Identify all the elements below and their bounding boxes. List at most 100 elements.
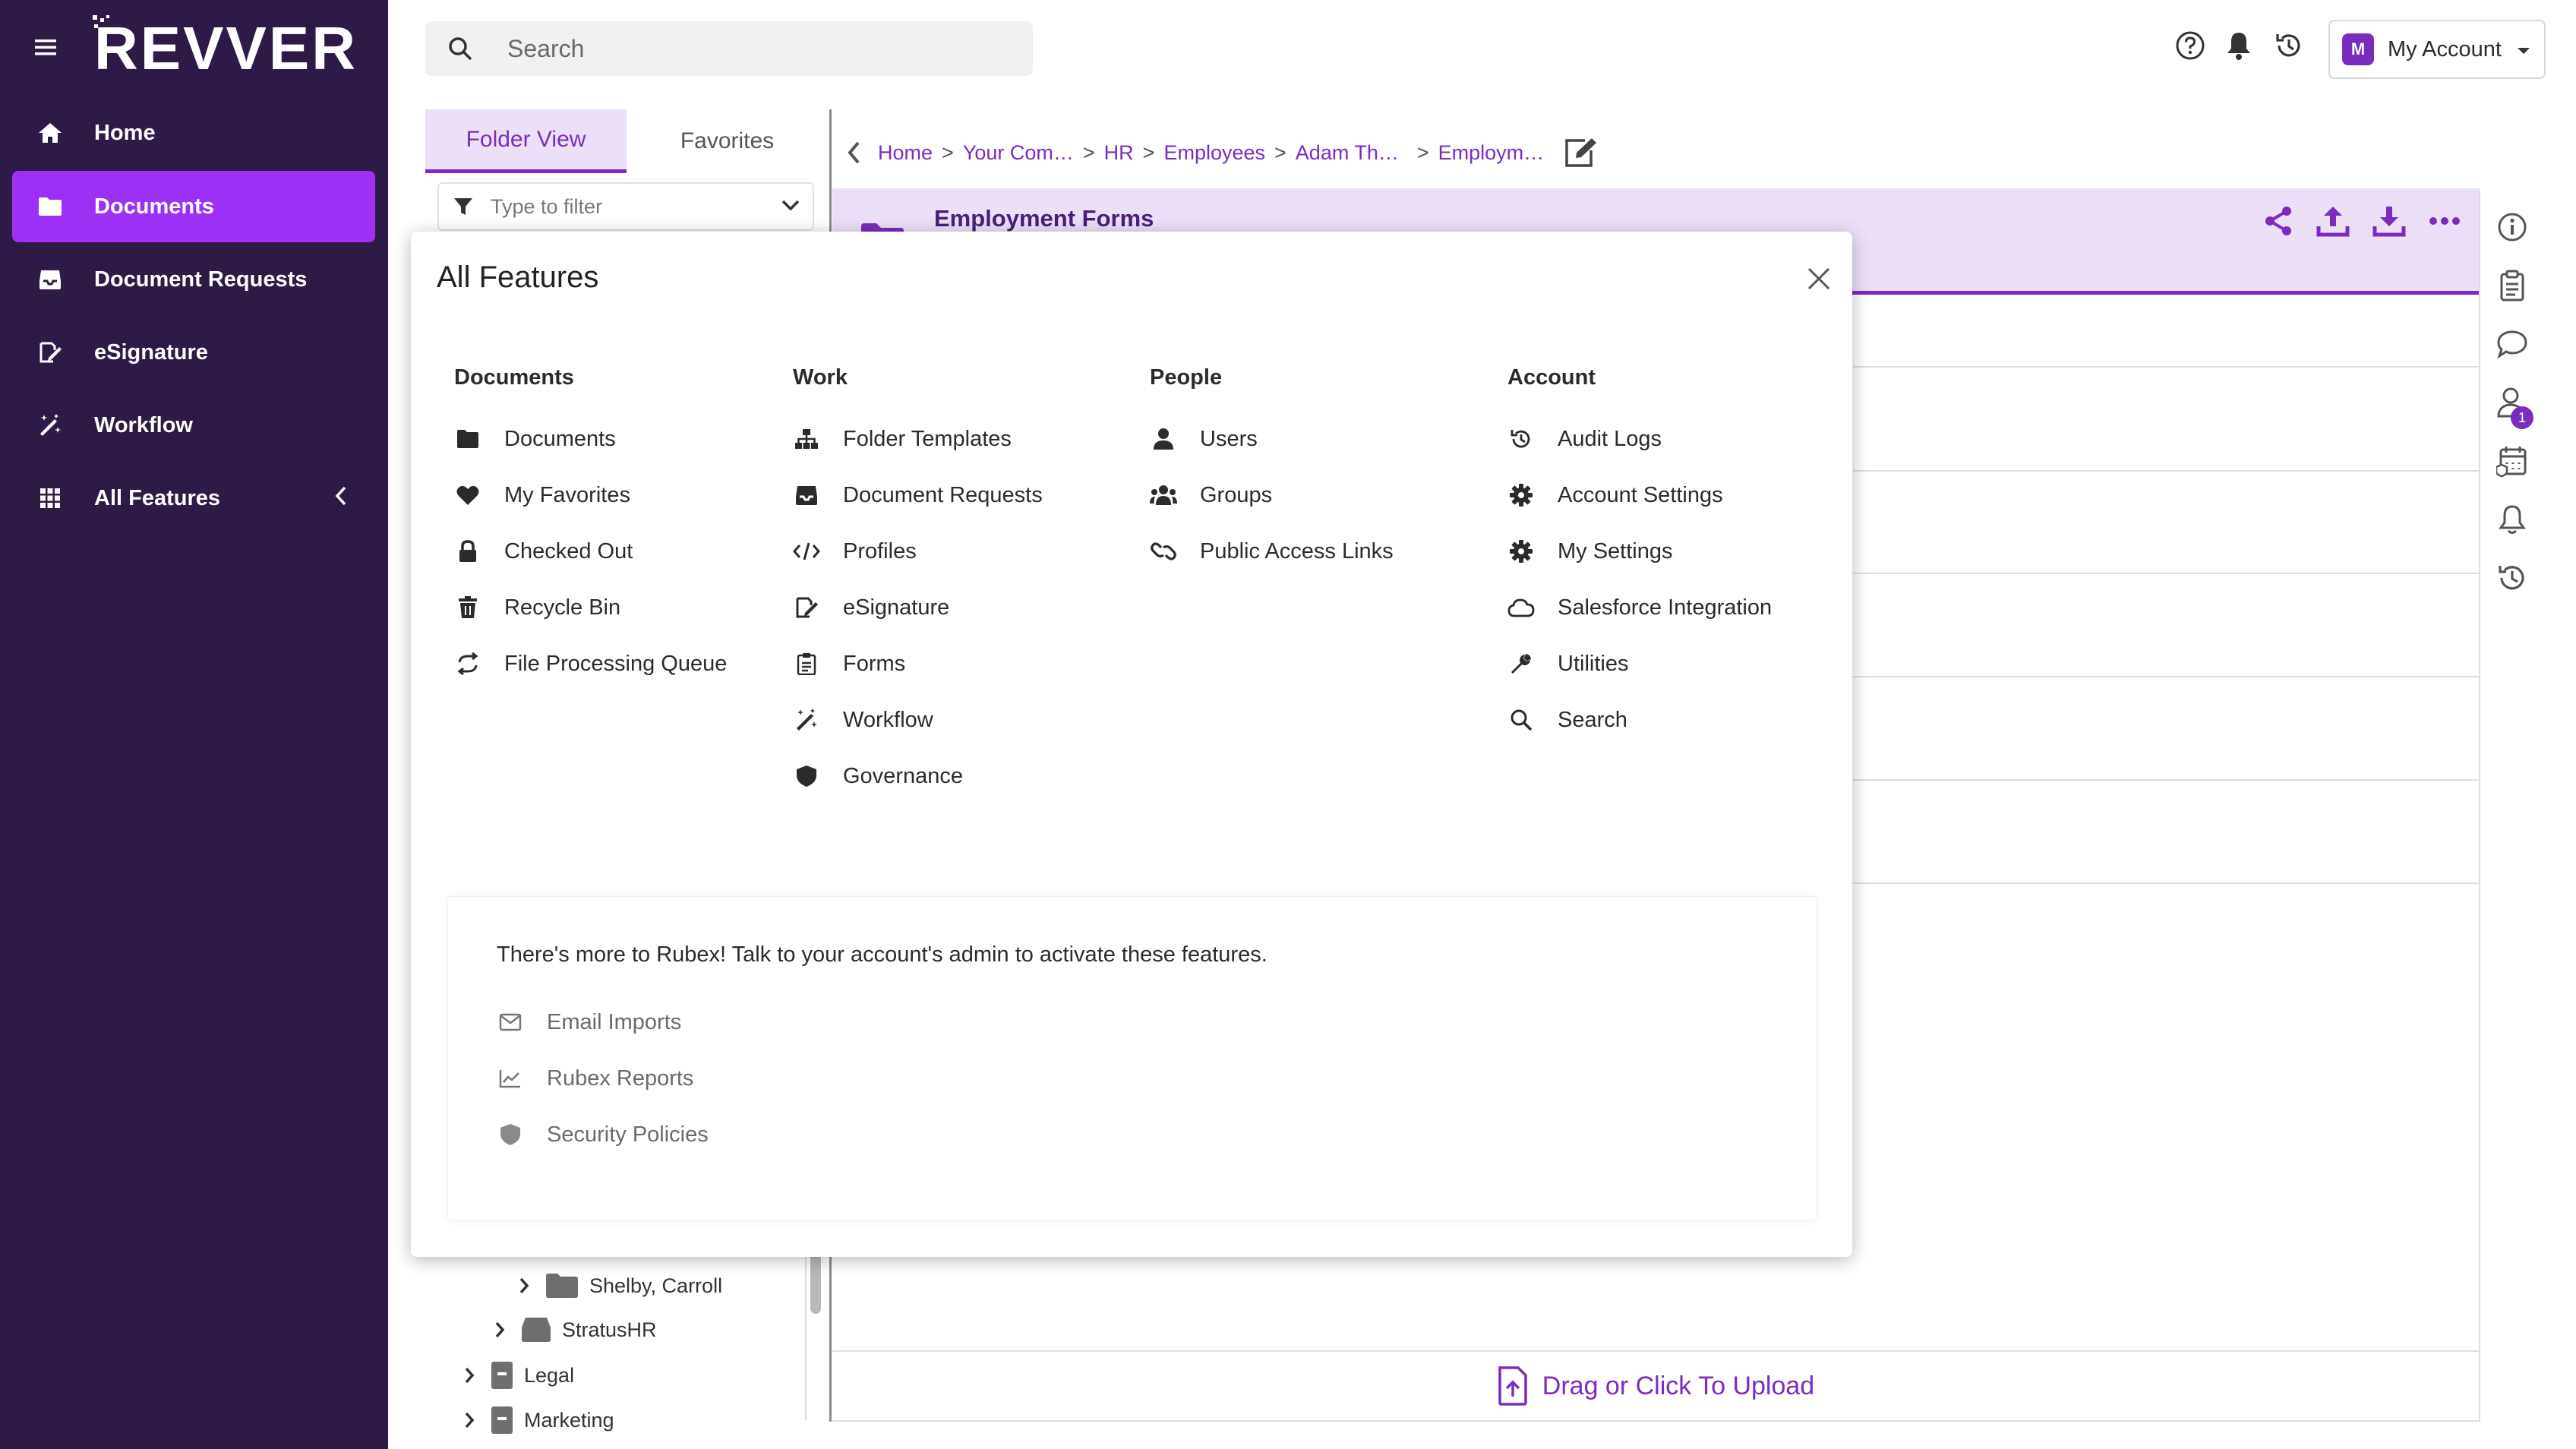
- feature-recycle-bin[interactable]: Recycle Bin: [454, 579, 727, 636]
- breadcrumb-separator: >: [1142, 140, 1155, 164]
- help-icon[interactable]: [2175, 30, 2205, 61]
- tree-scrollbar[interactable]: [810, 1253, 821, 1314]
- history-icon[interactable]: [2274, 30, 2304, 61]
- feature-governance[interactable]: Governance: [793, 748, 1043, 804]
- sidebar-item-documents[interactable]: Documents: [12, 171, 375, 242]
- search-input[interactable]: Search: [507, 35, 584, 63]
- chevron-right-icon[interactable]: [494, 1321, 516, 1339]
- feature-audit-logs[interactable]: Audit Logs: [1507, 411, 1772, 467]
- feature-profiles[interactable]: Profiles: [793, 523, 1043, 579]
- feature-public-access-links[interactable]: Public Access Links: [1150, 523, 1394, 579]
- bell-icon[interactable]: [2225, 30, 2252, 61]
- inbox-icon: [35, 264, 65, 295]
- feature-document-requests[interactable]: Document Requests: [793, 467, 1043, 523]
- chevron-right-icon[interactable]: [518, 1277, 541, 1295]
- envelope-icon: [497, 1013, 524, 1031]
- column-account: Account Audit Logs Account Settings My S…: [1507, 365, 1772, 748]
- sidebar: REVVER Home Documents Document Requests …: [0, 0, 388, 1449]
- history-icon[interactable]: [2491, 548, 2533, 607]
- feature-label: File Processing Queue: [504, 651, 728, 676]
- feature-utilities[interactable]: Utilities: [1507, 636, 1772, 692]
- feature-users[interactable]: Users: [1150, 411, 1394, 467]
- edit-icon[interactable]: [1564, 137, 1599, 169]
- feature-forms[interactable]: Forms: [793, 636, 1043, 692]
- sidebar-item-label: eSignature: [94, 339, 208, 365]
- history-icon: [1507, 428, 1535, 450]
- clipboard-icon[interactable]: [2491, 256, 2533, 314]
- sidebar-item-label: Home: [94, 120, 156, 145]
- tree-item[interactable]: StratusHR: [494, 1317, 657, 1343]
- feature-label: Workflow: [843, 707, 933, 732]
- feature-label: Rubex Reports: [547, 1065, 694, 1091]
- info-icon[interactable]: [2491, 197, 2533, 256]
- tree-item[interactable]: Shelby, Carroll: [518, 1273, 722, 1299]
- breadcrumb-item[interactable]: Your Com…: [963, 141, 1074, 165]
- feature-documents[interactable]: Documents: [454, 411, 727, 467]
- feature-email-imports: Email Imports: [497, 994, 709, 1050]
- feature-label: Groups: [1200, 482, 1273, 507]
- logo-text: REVVER: [94, 14, 358, 82]
- column-heading: Documents: [454, 365, 574, 390]
- revver-logo[interactable]: REVVER: [93, 15, 358, 79]
- feature-workflow[interactable]: Workflow: [793, 692, 1043, 748]
- feature-label: Recycle Bin: [504, 595, 621, 620]
- user-permissions-icon[interactable]: 1: [2491, 373, 2533, 431]
- sidebar-item-document-requests[interactable]: Document Requests: [12, 244, 375, 315]
- breadcrumb-item[interactable]: Employm…: [1438, 141, 1545, 165]
- feature-file-processing-queue[interactable]: File Processing Queue: [454, 636, 727, 692]
- lock-icon: [454, 540, 481, 563]
- breadcrumb-item[interactable]: Adam Th…: [1296, 141, 1399, 165]
- folder-filter[interactable]: Type to filter: [437, 182, 814, 231]
- sidebar-item-esignature[interactable]: eSignature: [12, 317, 375, 388]
- feature-my-settings[interactable]: My Settings: [1507, 523, 1772, 579]
- tree-item-label: Shelby, Carroll: [589, 1274, 723, 1297]
- breadcrumb-item[interactable]: Home: [878, 141, 933, 165]
- chevron-right-icon[interactable]: [463, 1366, 486, 1384]
- bell-icon[interactable]: [2491, 490, 2533, 548]
- feature-label: eSignature: [843, 595, 950, 620]
- tab-favorites[interactable]: Favorites: [627, 109, 828, 173]
- inbox-icon: [793, 485, 820, 506]
- tree-item-label: Legal: [524, 1363, 575, 1387]
- comment-icon[interactable]: [2491, 314, 2533, 373]
- sidebar-item-all-features[interactable]: All Features: [12, 462, 375, 534]
- filter-input[interactable]: Type to filter: [491, 195, 602, 219]
- global-search[interactable]: Search: [425, 21, 1033, 76]
- my-account-button[interactable]: M My Account: [2328, 20, 2546, 79]
- feature-my-favorites[interactable]: My Favorites: [454, 467, 727, 523]
- close-icon[interactable]: [1807, 267, 1831, 291]
- share-icon[interactable]: [2263, 205, 2293, 237]
- breadcrumb-item[interactable]: Employees: [1163, 141, 1265, 165]
- file-upload-icon: [1497, 1366, 1529, 1406]
- feature-groups[interactable]: Groups: [1150, 467, 1394, 523]
- drawer-icon: [521, 1317, 551, 1343]
- feature-account-settings[interactable]: Account Settings: [1507, 467, 1772, 523]
- download-icon[interactable]: [2372, 205, 2406, 237]
- chevron-right-icon[interactable]: [463, 1411, 486, 1429]
- hamburger-menu-icon[interactable]: [35, 38, 56, 56]
- upload-label: Drag or Click To Upload: [1542, 1371, 1815, 1400]
- more-options-icon[interactable]: [2429, 205, 2461, 237]
- tab-folder-view[interactable]: Folder View: [425, 109, 627, 173]
- chevron-left-icon[interactable]: [846, 140, 861, 165]
- feature-esignature[interactable]: eSignature: [793, 579, 1043, 636]
- calendar-shield-icon[interactable]: [2491, 431, 2533, 490]
- sidebar-item-workflow[interactable]: Workflow: [12, 390, 375, 461]
- breadcrumb-item[interactable]: HR: [1104, 141, 1134, 165]
- feature-search[interactable]: Search: [1507, 692, 1772, 748]
- chevron-left-icon[interactable]: [334, 485, 348, 507]
- tree-item[interactable]: Legal: [463, 1361, 574, 1390]
- feature-folder-templates[interactable]: Folder Templates: [793, 411, 1043, 467]
- feature-salesforce-integration[interactable]: Salesforce Integration: [1507, 579, 1772, 636]
- feature-checked-out[interactable]: Checked Out: [454, 523, 727, 579]
- upload-dropzone[interactable]: Drag or Click To Upload: [832, 1350, 2479, 1422]
- tree-item[interactable]: Marketing: [463, 1405, 614, 1435]
- feature-label: Documents: [504, 426, 616, 451]
- more-features-text: There's more to Rubex! Talk to your acco…: [497, 942, 1267, 967]
- cloud-icon: [1507, 598, 1535, 617]
- chevron-down-icon[interactable]: [781, 199, 800, 213]
- chart-icon: [497, 1069, 524, 1088]
- feature-label: My Favorites: [504, 482, 630, 507]
- sidebar-item-home[interactable]: Home: [12, 97, 375, 169]
- upload-icon[interactable]: [2316, 205, 2350, 237]
